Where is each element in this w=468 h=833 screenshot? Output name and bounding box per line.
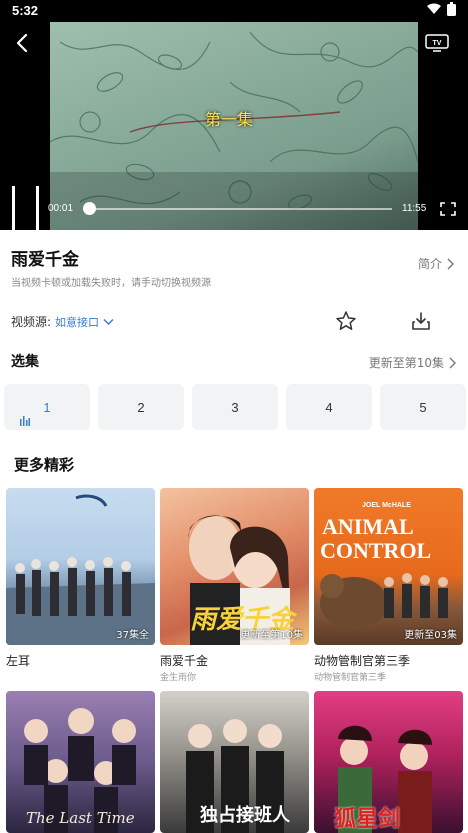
poster-art: 雨爱千金 [188, 515, 298, 645]
recommend-card[interactable]: The Last Time [6, 691, 155, 833]
battery-icon [447, 2, 456, 16]
svg-text:TV: TV [433, 40, 442, 47]
episode-button-1[interactable]: 1 [4, 384, 90, 430]
current-time: 00:01 [48, 203, 74, 214]
playback-timeline: 00:01 11:55 [0, 200, 468, 218]
intro-link[interactable]: 简介 [418, 255, 454, 272]
recommend-card[interactable]: 独占接班人 [160, 691, 309, 833]
card-title: 雨爱千金 [160, 654, 209, 668]
episode-button-4[interactable]: 4 [286, 384, 372, 430]
wifi-icon [427, 3, 441, 14]
progress-knob[interactable] [83, 202, 97, 215]
duration: 11:55 [402, 203, 427, 214]
episode-label: 4 [325, 399, 333, 415]
back-icon[interactable] [12, 32, 34, 54]
chevron-right-icon [447, 258, 454, 269]
recommend-card[interactable]: 37集全 左耳 [6, 488, 155, 669]
poster-badge: 更新至第10集 [240, 630, 303, 641]
episode-label: 5 [419, 399, 427, 415]
episode-label: 3 [231, 399, 239, 415]
chevron-right-icon [449, 357, 456, 368]
status-time: 5:32 [12, 3, 39, 18]
poster-art [320, 573, 448, 629]
episodes-section-title: 选集 [11, 354, 39, 370]
episodes-updated-link[interactable]: 更新至第10集 [369, 354, 456, 371]
download-icon[interactable] [410, 310, 432, 332]
card-subtitle: 动物管制官第三季 [314, 673, 387, 683]
status-icons [427, 2, 456, 16]
card-title: 动物管制官第三季 [314, 654, 411, 668]
intro-label: 简介 [417, 257, 442, 271]
card-title: 左耳 [6, 654, 31, 668]
more-section-title: 更多精彩 [14, 456, 75, 474]
episode-title-overlay: 第一集 [205, 110, 254, 129]
poster-image[interactable]: 雨爱千金 更新至第10集 [160, 488, 309, 645]
episode-button-3[interactable]: 3 [192, 384, 278, 430]
card-subtitle: 金生雨你 [160, 673, 197, 683]
video-player[interactable]: 5:32 TV 第一集 00:01 11:55 [0, 0, 468, 230]
poster-image[interactable]: JOEL McHALE ANIMAL CONTROL 更新至03集 [314, 488, 463, 645]
poster-image[interactable]: 独占接班人 [160, 691, 309, 833]
progress-track[interactable] [88, 208, 392, 210]
playing-indicator-icon [20, 416, 30, 426]
recommend-card[interactable]: JOEL McHALE ANIMAL CONTROL 更新至03集 动物管制官第… [314, 488, 463, 683]
poster-image[interactable]: 37集全 [6, 488, 155, 645]
episode-label: 1 [43, 399, 51, 415]
fullscreen-icon[interactable] [440, 202, 456, 216]
poster-image[interactable]: The Last Time [6, 691, 155, 833]
cast-tv-icon[interactable]: TV [425, 34, 449, 52]
poster-title: The Last Time [26, 809, 135, 827]
poster-title: 独占接班人 [200, 805, 290, 826]
episode-list: 1 2 3 4 5 [4, 384, 466, 430]
episode-button-2[interactable]: 2 [98, 384, 184, 430]
recommend-card[interactable]: 雨爱千金 更新至第10集 雨爱千金 金生雨你 [160, 488, 309, 683]
updated-label: 更新至第10集 [368, 356, 444, 370]
video-source-selector[interactable]: 视频源: 如意接口 [11, 313, 114, 330]
episode-button-5[interactable]: 5 [380, 384, 466, 430]
poster-image[interactable]: 狐星剑 [314, 691, 463, 833]
poster-art [6, 494, 155, 645]
recommend-card[interactable]: 狐星剑 [314, 691, 463, 833]
source-label: 视频源: [11, 315, 52, 329]
poster-title: 狐星剑 [334, 806, 401, 832]
chevron-down-icon [103, 318, 114, 325]
source-hint: 当视频卡顿或加载失败时，请手动切换视频源 [11, 278, 211, 289]
source-value[interactable]: 如意接口 [55, 314, 99, 330]
status-bar: 5:32 [0, 0, 468, 22]
video-title: 雨爱千金 [11, 250, 79, 270]
favorite-star-icon[interactable] [335, 310, 357, 332]
episode-label: 2 [137, 399, 145, 415]
poster-badge: 37集全 [116, 630, 149, 641]
poster-badge: 更新至03集 [404, 630, 457, 641]
